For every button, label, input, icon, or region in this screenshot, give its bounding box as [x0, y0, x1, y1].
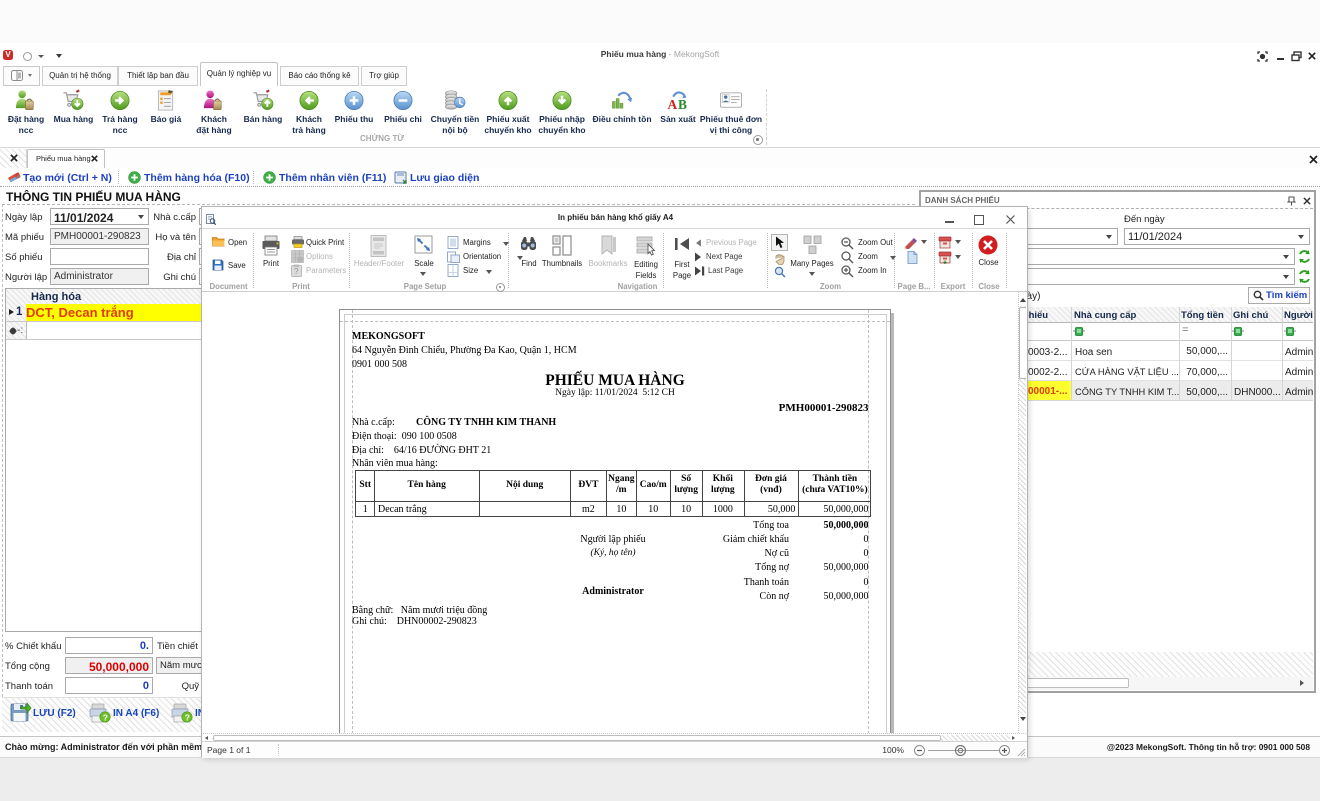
svg-text:B: B: [678, 97, 687, 112]
svg-text:A: A: [667, 97, 677, 112]
svg-text:?: ?: [185, 713, 190, 723]
svg-text:?: ?: [103, 713, 108, 723]
